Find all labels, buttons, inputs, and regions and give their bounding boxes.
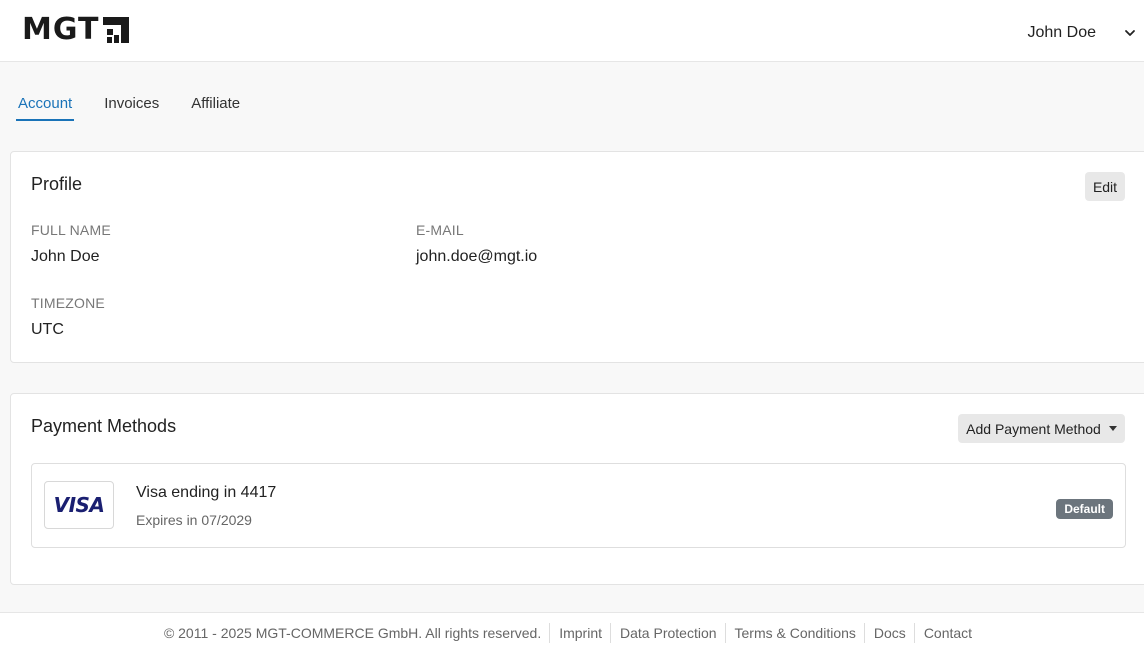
timezone-label: TIMEZONE bbox=[31, 295, 105, 311]
footer-copyright: © 2011 - 2025 MGT-COMMERCE GmbH. All rig… bbox=[163, 625, 542, 641]
visa-logo: VISA bbox=[44, 481, 114, 529]
full-name-label: FULL NAME bbox=[31, 222, 111, 238]
footer-link-terms[interactable]: Terms & Conditions bbox=[724, 623, 864, 643]
payment-methods-card: Payment Methods Add Payment Method VISA … bbox=[10, 393, 1144, 585]
payment-method-expiry: Expires in 07/2029 bbox=[136, 512, 252, 528]
add-payment-method-label: Add Payment Method bbox=[966, 420, 1101, 437]
tab-account[interactable]: Account bbox=[16, 94, 75, 121]
payment-method-item[interactable]: VISA Visa ending in 4417 Expires in 07/2… bbox=[31, 463, 1126, 548]
email-label: E-MAIL bbox=[416, 222, 464, 238]
default-badge: Default bbox=[1056, 499, 1113, 519]
chevron-down-icon bbox=[1125, 30, 1135, 36]
payment-method-title: Visa ending in 4417 bbox=[136, 484, 277, 501]
footer: © 2011 - 2025 MGT-COMMERCE GmbH. All rig… bbox=[0, 612, 1144, 653]
tab-affiliate[interactable]: Affiliate bbox=[189, 94, 242, 121]
profile-card: Profile Edit FULL NAME John Doe E-MAIL j… bbox=[10, 151, 1144, 363]
user-name: John Doe bbox=[1027, 24, 1097, 41]
caret-down-icon bbox=[1108, 426, 1117, 431]
profile-title: Profile bbox=[31, 174, 83, 194]
visa-brand-text: VISA bbox=[53, 493, 105, 517]
footer-link-imprint[interactable]: Imprint bbox=[549, 623, 610, 643]
logo-text: MGT bbox=[22, 12, 100, 47]
full-name-value: John Doe bbox=[31, 248, 100, 265]
payment-methods-title: Payment Methods bbox=[31, 416, 177, 436]
footer-link-docs[interactable]: Docs bbox=[863, 623, 914, 643]
email-value: john.doe@mgt.io bbox=[416, 248, 538, 265]
edit-profile-button[interactable]: Edit bbox=[1085, 172, 1125, 201]
user-menu-toggle[interactable]: John Doe bbox=[1028, 21, 1137, 45]
top-header: MGT John Doe bbox=[0, 0, 1144, 62]
footer-link-contact[interactable]: Contact bbox=[913, 623, 980, 643]
mgt-logo[interactable]: MGT bbox=[22, 12, 130, 47]
logo-mark-icon bbox=[103, 17, 130, 43]
footer-link-data-protection[interactable]: Data Protection bbox=[610, 623, 725, 643]
timezone-value: UTC bbox=[31, 321, 64, 338]
account-tabs: Account Invoices Affiliate bbox=[16, 94, 270, 122]
tab-invoices[interactable]: Invoices bbox=[102, 94, 161, 121]
add-payment-method-button[interactable]: Add Payment Method bbox=[958, 414, 1125, 443]
